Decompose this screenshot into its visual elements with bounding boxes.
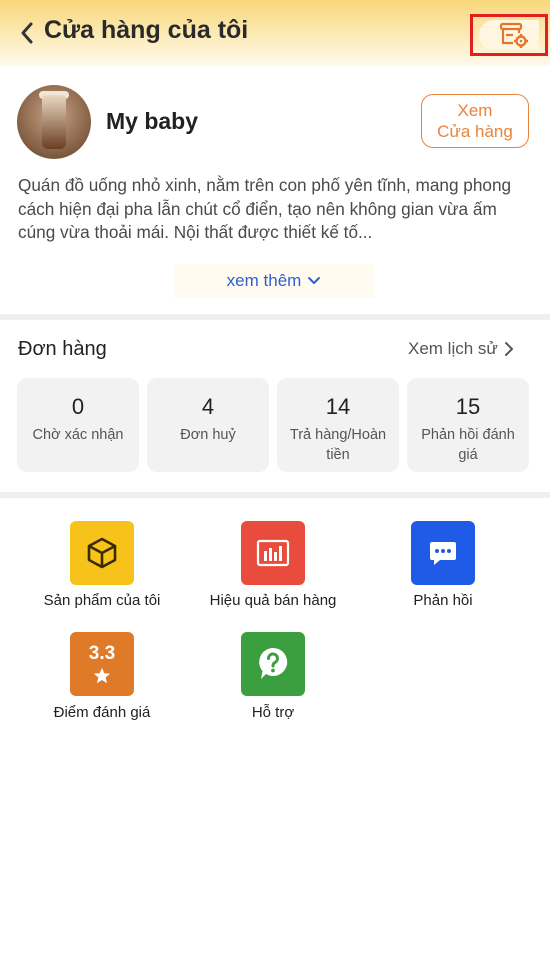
page-title: Cửa hàng của tôi xyxy=(44,16,249,44)
stat-card-pending[interactable]: 0 Chờ xác nhận xyxy=(17,378,139,472)
view-store-label-2: Cửa hàng xyxy=(437,122,513,141)
stat-label: Đơn huỷ xyxy=(180,427,236,443)
back-button[interactable] xyxy=(14,18,40,48)
box-icon xyxy=(70,521,134,585)
stat-label: Chờ xác nhận xyxy=(32,427,124,443)
view-history-link[interactable]: Xem lịch sử xyxy=(408,339,514,359)
stat-value: 14 xyxy=(325,394,351,419)
shop-profile: My baby Xem Cửa hàng Quán đồ uống nhỏ xi… xyxy=(0,66,550,316)
section-divider xyxy=(0,314,550,320)
shop-description: Quán đồ uống nhỏ xinh, nằm trên con phố … xyxy=(18,175,512,242)
bar-chart-icon xyxy=(241,521,305,585)
shop-avatar[interactable] xyxy=(17,85,91,159)
rating-star-icon: 3.3 xyxy=(70,632,134,696)
store-settings-button[interactable] xyxy=(470,14,548,56)
stat-value: 0 xyxy=(71,394,85,419)
rating-value: 3.3 xyxy=(88,642,116,664)
shop-name: My baby xyxy=(106,108,199,134)
feature-label: Phản hồi xyxy=(413,592,473,609)
stat-label: Phản hồi đánh giá xyxy=(421,427,515,463)
stat-value: 4 xyxy=(201,394,215,419)
stat-card-review-replies[interactable]: 15 Phản hồi đánh giá xyxy=(407,378,529,472)
view-store-button[interactable]: Xem Cửa hàng xyxy=(421,94,529,148)
feature-label: Hiệu quả bán hàng xyxy=(209,592,337,609)
chevron-left-icon xyxy=(21,22,33,44)
chevron-down-icon xyxy=(308,277,321,284)
chat-icon xyxy=(411,521,475,585)
section-divider xyxy=(0,492,550,498)
stat-label: Trả hàng/Hoàn tiền xyxy=(289,427,387,463)
chevron-right-icon xyxy=(504,342,513,356)
stat-card-cancelled[interactable]: 4 Đơn huỷ xyxy=(147,378,269,472)
see-more-button[interactable]: xem thêm xyxy=(174,264,374,298)
view-store-label-1: Xem xyxy=(457,101,493,120)
see-more-label: xem thêm xyxy=(226,271,302,290)
store-settings-icon xyxy=(499,22,528,48)
orders-title: Đơn hàng xyxy=(18,338,107,360)
avatar-cup xyxy=(42,95,66,149)
stat-value: 15 xyxy=(455,394,481,419)
stat-card-returns[interactable]: 14 Trả hàng/Hoàn tiền xyxy=(277,378,399,472)
feature-label: Sản phẩm của tôi xyxy=(43,592,161,609)
feature-label: Điểm đánh giá xyxy=(53,704,151,721)
help-icon xyxy=(241,632,305,696)
header-bar: Cửa hàng của tôi xyxy=(0,0,550,66)
view-history-label: Xem lịch sử xyxy=(408,339,498,358)
feature-label: Hỗ trợ xyxy=(251,704,295,721)
